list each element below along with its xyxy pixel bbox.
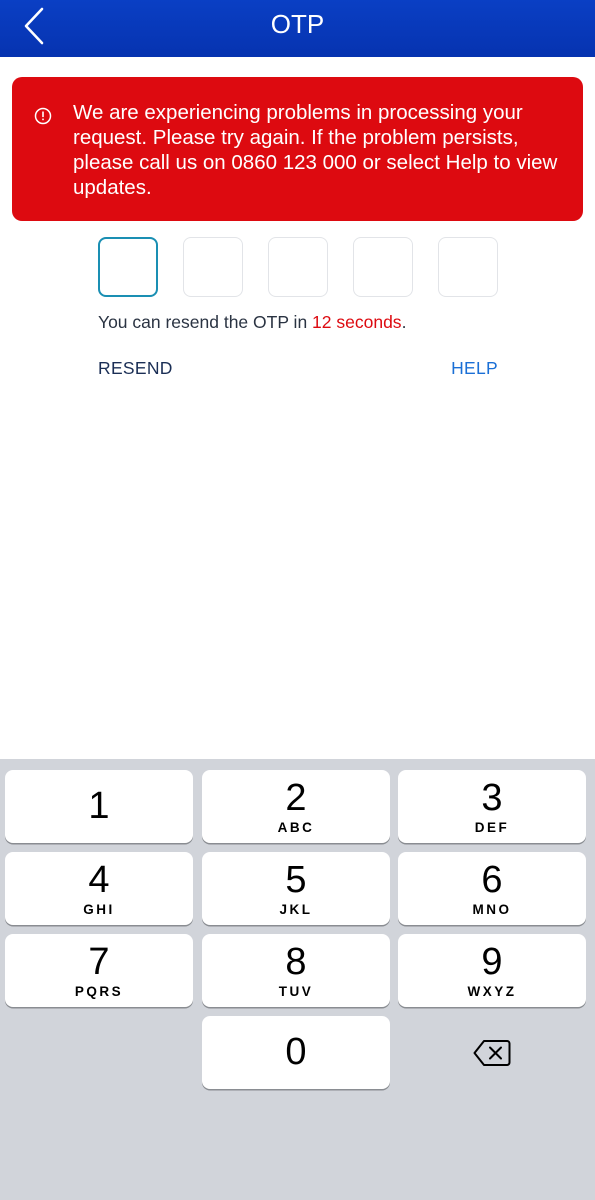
key-9[interactable]: 9 WXYZ <box>398 934 586 1007</box>
key-digit: 2 <box>285 777 307 819</box>
otp-input-group <box>98 237 498 297</box>
otp-digit-2[interactable] <box>183 237 243 297</box>
key-2[interactable]: 2 ABC <box>202 770 390 843</box>
help-button[interactable]: HELP <box>451 358 498 379</box>
key-3[interactable]: 3 DEF <box>398 770 586 843</box>
resend-prefix: You can resend the OTP in <box>98 312 308 332</box>
key-digit: 9 <box>481 941 503 983</box>
key-digit: 3 <box>481 777 503 819</box>
key-6[interactable]: 6 MNO <box>398 852 586 925</box>
otp-digit-1[interactable] <box>98 237 158 297</box>
key-digit: 1 <box>88 785 110 827</box>
key-digit: 7 <box>88 941 110 983</box>
otp-digit-4[interactable] <box>353 237 413 297</box>
key-letters: DEF <box>474 820 510 835</box>
page-title: OTP <box>270 9 325 39</box>
key-letters: WXYZ <box>467 984 517 999</box>
exclamation-circle-icon <box>34 107 52 125</box>
otp-digit-3[interactable] <box>268 237 328 297</box>
otp-digit-5[interactable] <box>438 237 498 297</box>
key-0[interactable]: 0 <box>202 1016 390 1089</box>
resend-suffix: . <box>401 312 407 332</box>
top-app-bar: OTP <box>0 0 595 57</box>
key-7[interactable]: 7 PQRS <box>5 934 193 1007</box>
key-digit: 5 <box>285 859 307 901</box>
key-letters: MNO <box>472 902 512 917</box>
key-letters: JKL <box>279 902 313 917</box>
key-letters: PQRS <box>74 984 124 999</box>
key-4[interactable]: 4 GHI <box>5 852 193 925</box>
key-8[interactable]: 8 TUV <box>202 934 390 1007</box>
key-1[interactable]: 1 <box>5 770 193 843</box>
countdown-timer: 12 seconds <box>312 312 402 332</box>
key-digit: 4 <box>88 859 110 901</box>
key-letters: GHI <box>83 902 115 917</box>
key-5[interactable]: 5 JKL <box>202 852 390 925</box>
key-letters: ABC <box>277 820 315 835</box>
error-alert: We are experiencing problems in processi… <box>12 77 583 221</box>
delete-key[interactable] <box>398 1016 586 1089</box>
key-letters: TUV <box>278 984 314 999</box>
key-digit: 0 <box>285 1031 307 1073</box>
resend-button[interactable]: RESEND <box>98 358 173 379</box>
error-message: We are experiencing problems in processi… <box>73 101 558 199</box>
key-digit: 8 <box>285 941 307 983</box>
backspace-icon <box>473 1039 511 1066</box>
resend-countdown-message: You can resend the OTP in 12 seconds. <box>98 312 406 333</box>
key-digit: 6 <box>481 859 503 901</box>
numeric-keypad: 1 2 ABC 3 DEF 4 GHI 5 JKL 6 MNO 7 PQRS 8… <box>0 759 595 1200</box>
